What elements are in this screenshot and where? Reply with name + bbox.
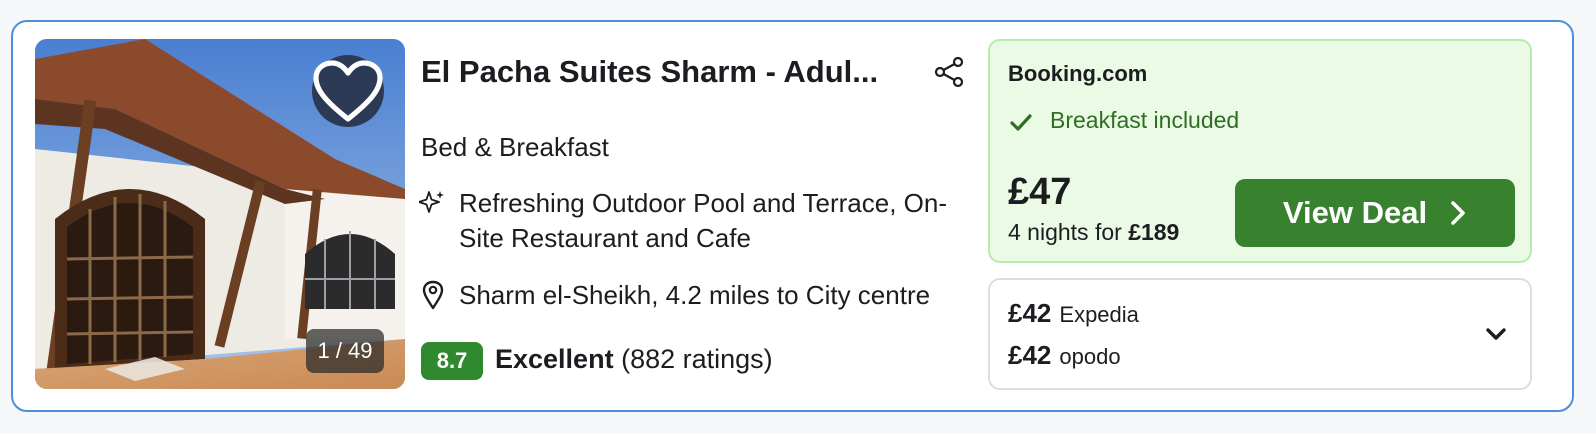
chevron-right-icon [1451,201,1465,225]
rating-word: Excellent [495,344,614,374]
deal-total: 4 nights for £189 [1008,219,1179,246]
nights-label: 4 nights for [1008,219,1122,245]
chevron-down-icon[interactable] [1484,324,1508,344]
deal-provider: Booking.com [1008,61,1148,86]
sparkle-icon [419,191,444,213]
view-deal-button[interactable]: View Deal [1235,179,1515,247]
featured-deal[interactable]: Booking.com Breakfast included £47 4 nig… [988,39,1532,263]
hotel-name[interactable]: El Pacha Suites Sharm - Adul... [421,54,901,94]
view-deal-label: View Deal [1282,195,1428,230]
hotel-card[interactable]: 1 / 49 El Pacha Suites Sharm - Adul... B… [11,20,1574,412]
amenities-text: Refreshing Outdoor Pool and Terrace, On-… [459,188,948,253]
other-offers-dropdown[interactable]: £42 Expedia £42 opodo [988,278,1532,390]
check-icon [1010,114,1032,131]
heart-icon [313,60,383,122]
hotel-photo[interactable]: 1 / 49 [35,39,405,389]
share-button[interactable] [933,56,965,88]
offer-row: £42 Expedia [1008,298,1139,329]
offer-provider: Expedia [1059,302,1139,327]
offer-price: £42 [1008,298,1052,328]
rating-count: (882 ratings) [621,344,773,374]
deal-perk: Breakfast included [1050,107,1240,133]
rating-summary: Excellent (882 ratings) [495,344,773,375]
offer-provider: opodo [1059,344,1121,369]
offer-row: £42 opodo [1008,340,1121,371]
total-price: £189 [1128,219,1180,245]
property-type: Bed & Breakfast [421,132,609,162]
favorite-button[interactable] [312,55,384,127]
share-icon [934,56,964,88]
deal-price: £47 [1008,171,1072,213]
rating-score-badge: 8.7 [421,342,483,380]
offer-price: £42 [1008,340,1052,370]
location-text: Sharm el-Sheikh, 4.2 miles to City centr… [459,280,931,310]
map-pin-icon [422,280,444,310]
photo-counter: 1 / 49 [306,329,384,373]
